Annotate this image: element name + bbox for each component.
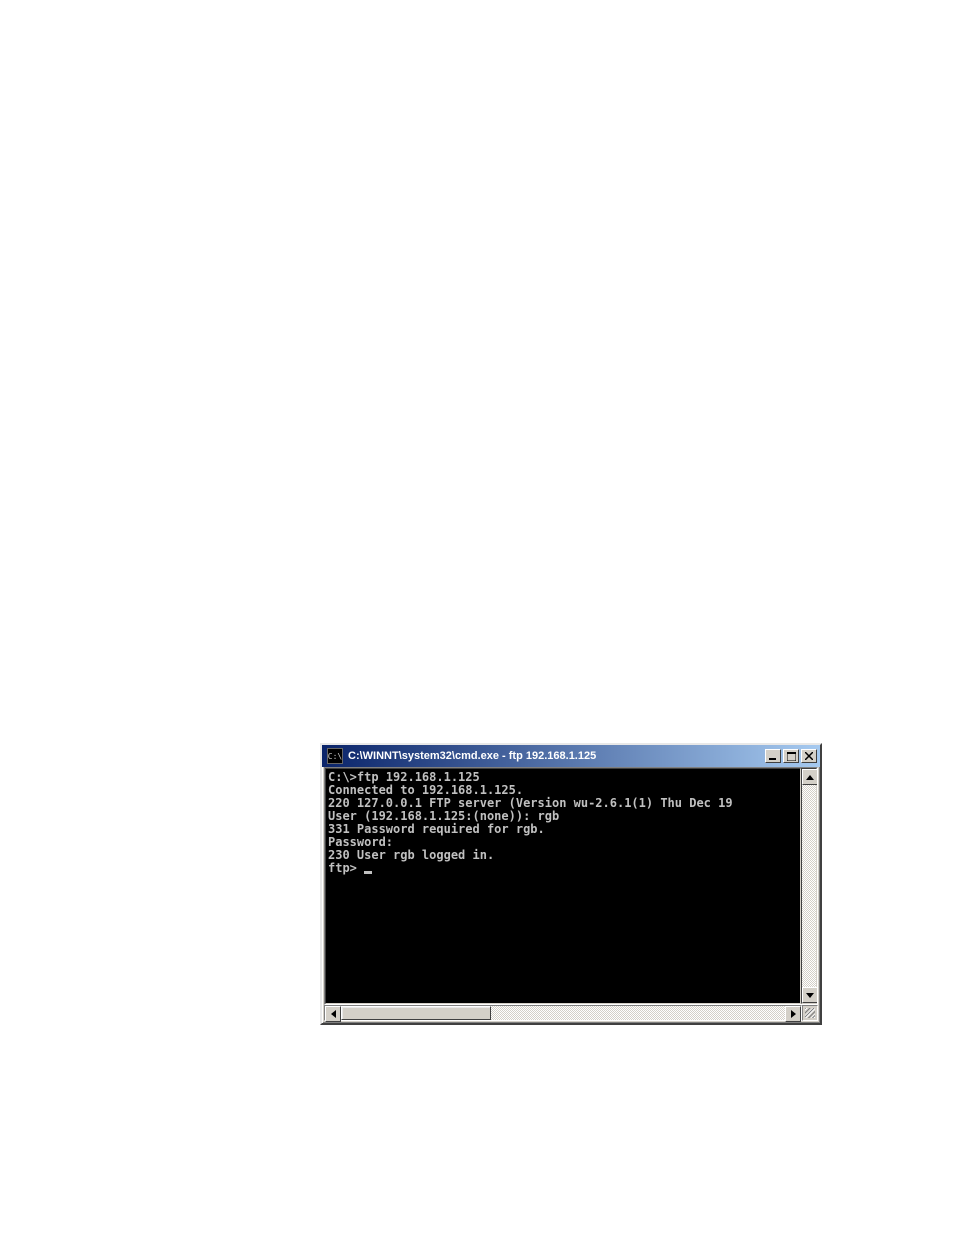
arrow-left-icon xyxy=(331,1010,336,1018)
scroll-right-button[interactable] xyxy=(785,1006,801,1022)
terminal-output[interactable]: C:\>ftp 192.168.1.125Connected to 192.16… xyxy=(325,768,801,1004)
horizontal-scroll-thumb[interactable] xyxy=(341,1006,491,1020)
window-controls xyxy=(765,749,817,763)
terminal-line: 230 User rgb logged in. xyxy=(328,849,798,862)
vertical-scrollbar[interactable] xyxy=(801,768,817,1004)
cmd-icon: C:\ xyxy=(327,748,343,764)
scroll-up-button[interactable] xyxy=(802,769,818,785)
cursor xyxy=(364,871,372,874)
terminal-line: ftp> xyxy=(328,862,798,875)
scroll-down-button[interactable] xyxy=(802,987,818,1003)
maximize-button[interactable] xyxy=(783,749,799,763)
titlebar[interactable]: C:\ C:\WINNT\system32\cmd.exe - ftp 192.… xyxy=(322,745,820,767)
vertical-scroll-track[interactable] xyxy=(802,785,816,987)
horizontal-scroll-track[interactable] xyxy=(341,1006,785,1020)
resize-grip[interactable] xyxy=(802,1005,818,1021)
horizontal-scrollbar[interactable] xyxy=(324,1005,802,1021)
arrow-up-icon xyxy=(806,775,814,780)
cmd-window: C:\ C:\WINNT\system32\cmd.exe - ftp 192.… xyxy=(320,743,822,1025)
arrow-down-icon xyxy=(806,993,814,998)
arrow-right-icon xyxy=(791,1010,796,1018)
close-button[interactable] xyxy=(801,749,817,763)
terminal-line: 331 Password required for rgb. xyxy=(328,823,798,836)
scroll-left-button[interactable] xyxy=(325,1006,341,1022)
terminal-wrap: C:\>ftp 192.168.1.125Connected to 192.16… xyxy=(324,767,818,1005)
client-area: C:\>ftp 192.168.1.125Connected to 192.16… xyxy=(324,767,818,1021)
minimize-button[interactable] xyxy=(765,749,781,763)
window-title: C:\WINNT\system32\cmd.exe - ftp 192.168.… xyxy=(346,750,765,762)
hscrollbar-row xyxy=(324,1005,818,1021)
